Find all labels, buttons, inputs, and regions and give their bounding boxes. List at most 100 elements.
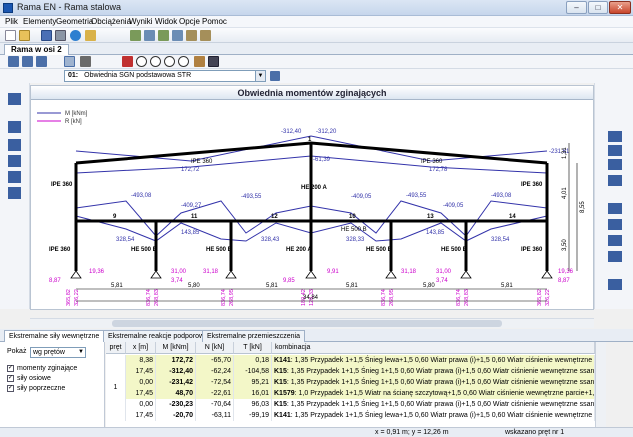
dim-bottom-6: 5,81: [501, 283, 513, 289]
tool-4-icon[interactable]: [172, 30, 183, 41]
table-row[interactable]: 0,00 -231,42 -72,54 95,21 K15: 1,35 Przypade…: [126, 377, 595, 388]
combination-id: K15: [274, 368, 287, 375]
side-tool-4-icon[interactable]: [8, 155, 21, 167]
menu-plik[interactable]: Plik: [2, 16, 21, 28]
tab-rama-w-osi-2[interactable]: Rama w osi 2: [4, 44, 69, 55]
new-file-icon[interactable]: [5, 30, 16, 41]
right-toolbar: [594, 83, 633, 309]
beam-number-4: 10: [349, 214, 356, 220]
header-x[interactable]: x [m]: [126, 342, 156, 354]
combination-select[interactable]: 01: Obwiednia SGN podstawowa STR ▼: [64, 70, 266, 82]
cell-x: 0,00: [126, 377, 156, 388]
checkbox-momenty-box[interactable]: ✓: [7, 364, 14, 372]
right-tool-4-icon[interactable]: [608, 175, 622, 186]
display-options-icon[interactable]: [208, 56, 219, 67]
beam-section: HE 500 B: [341, 227, 367, 233]
next-combination-icon[interactable]: [270, 71, 280, 81]
checkbox-poprzeczne[interactable]: ✓ siły poprzeczne: [7, 384, 65, 394]
table-row[interactable]: 17,45 48,70 -22,61 16,01 K1579: 1,0 Przypade…: [126, 388, 595, 399]
right-tool-8-icon[interactable]: [608, 251, 622, 262]
zoom-window-icon[interactable]: [164, 56, 175, 67]
zoom-in-icon[interactable]: [136, 56, 147, 67]
beam-pos-5: 143,85: [426, 230, 445, 236]
checkbox-osiowe[interactable]: ✓ siły osiowe: [7, 374, 51, 384]
side-tool-6-icon[interactable]: [8, 187, 21, 199]
table-row[interactable]: 17,45 -312,40 -62,24 -104,58 K15: 1,35 Przyp…: [126, 366, 595, 377]
reaction-v-4: 268,83: [154, 289, 160, 306]
reaction-h-8: 19,36: [558, 269, 574, 275]
menu-pomoc[interactable]: Pomoc: [199, 16, 230, 28]
right-tool-7-icon[interactable]: [608, 235, 622, 246]
reaction-h-6: 31,18: [401, 269, 417, 275]
zoom-fit-icon[interactable]: [178, 56, 189, 67]
filter-select[interactable]: wg prętów ▼: [30, 347, 86, 358]
scroll-thumb[interactable]: [112, 320, 502, 327]
beam-number-2: 11: [191, 214, 198, 220]
header-n[interactable]: N [kN]: [196, 342, 234, 354]
table-vertical-scrollbar[interactable]: [595, 342, 606, 427]
drawing-area[interactable]: Obwiednia momentów zginających M [kNm] R…: [30, 85, 594, 310]
right-tool-1-icon[interactable]: [608, 131, 622, 142]
reaction-h2-1: 8,87: [49, 278, 61, 284]
combination-row: 01: Obwiednia SGN podstawowa STR ▼: [0, 69, 633, 83]
export-icon[interactable]: [85, 30, 96, 41]
frame-view-icon[interactable]: [22, 56, 33, 67]
legend-m: M [kNm]: [65, 111, 88, 117]
right-tool-9-icon[interactable]: [608, 279, 622, 290]
cell-n: -62,24: [196, 366, 234, 377]
magnet-icon[interactable]: [8, 56, 19, 67]
header-t[interactable]: T [kN]: [234, 342, 272, 354]
header-kombinacja[interactable]: kombinacja: [272, 342, 595, 354]
right-tool-2-icon[interactable]: [608, 145, 622, 156]
tool-6-icon[interactable]: [200, 30, 211, 41]
tool-5-icon[interactable]: [186, 30, 197, 41]
zoom-out-icon[interactable]: [150, 56, 161, 67]
checkbox-poprzeczne-box[interactable]: ✓: [7, 384, 14, 392]
checkbox-osiowe-box[interactable]: ✓: [7, 374, 14, 382]
grid-view-icon[interactable]: [36, 56, 47, 67]
dim-bottom-5: 5,80: [423, 283, 435, 289]
tool-3-icon[interactable]: [158, 30, 169, 41]
side-tool-3-icon[interactable]: [8, 139, 21, 151]
right-tool-3-icon[interactable]: [608, 159, 622, 170]
checkbox-momenty[interactable]: ✓ momenty zginające: [7, 364, 77, 374]
table-row[interactable]: 8,38 172,72 -65,70 0,18 K141: 1,35 Przypadek…: [126, 355, 595, 366]
tab-przemieszczenia[interactable]: Ekstremalne przemieszczenia: [202, 330, 305, 342]
right-tool-5-icon[interactable]: [608, 203, 622, 214]
chevron-down-icon[interactable]: ▼: [255, 71, 265, 81]
side-tool-1-icon[interactable]: [8, 93, 21, 105]
results-view-icon[interactable]: [64, 56, 75, 67]
reaction-v-6: 268,95: [229, 289, 235, 306]
combination-text: : 1,35 Przypadek 1+1,5 Śnieg 1+1,5 0,60 …: [286, 401, 595, 408]
beam-pos-6: 328,54: [491, 237, 510, 243]
tool-2-icon[interactable]: [144, 30, 155, 41]
top-moment-left: -312,40: [281, 129, 302, 135]
horizontal-scrollbar[interactable]: [30, 318, 594, 328]
open-folder-icon[interactable]: [19, 30, 30, 41]
reaction-h2-3: 3,74: [436, 278, 448, 284]
right-tool-6-icon[interactable]: [608, 219, 622, 230]
close-button[interactable]: ✕: [609, 1, 631, 14]
minimize-button[interactable]: ‒: [566, 1, 587, 14]
cell-m: 48,70: [156, 388, 196, 399]
save-icon[interactable]: [41, 30, 52, 41]
beam-neg-1: -493,08: [131, 193, 152, 199]
pan-icon[interactable]: [194, 56, 205, 67]
table-row[interactable]: 0,00 -230,23 -70,64 96,03 K15: 1,35 Przypade…: [126, 399, 595, 410]
table-row[interactable]: 17,45 -20,70 -63,11 -99,19 K141: 1,35 Przypa…: [126, 410, 595, 421]
tool-1-icon[interactable]: [130, 30, 141, 41]
maximize-button[interactable]: □: [588, 1, 608, 14]
side-tool-5-icon[interactable]: [8, 171, 21, 183]
tab-sily-wewnetrzne[interactable]: Ekstremalne siły wewnętrzne: [4, 330, 105, 342]
header-m[interactable]: M [kNm]: [156, 342, 196, 354]
filter-value: wg prętów: [33, 349, 65, 356]
reaction-h-5: 9,85: [283, 278, 295, 284]
select-icon[interactable]: [122, 56, 133, 67]
print-icon[interactable]: [55, 30, 66, 41]
header-pret[interactable]: pręt: [106, 342, 126, 354]
tab-reakcje[interactable]: Ekstremalne reakcje podporowe: [103, 330, 213, 342]
calculator-icon[interactable]: [80, 56, 91, 67]
help-icon[interactable]: [70, 30, 81, 41]
cell-n: -72,54: [196, 377, 234, 388]
side-tool-2-icon[interactable]: [8, 121, 21, 133]
